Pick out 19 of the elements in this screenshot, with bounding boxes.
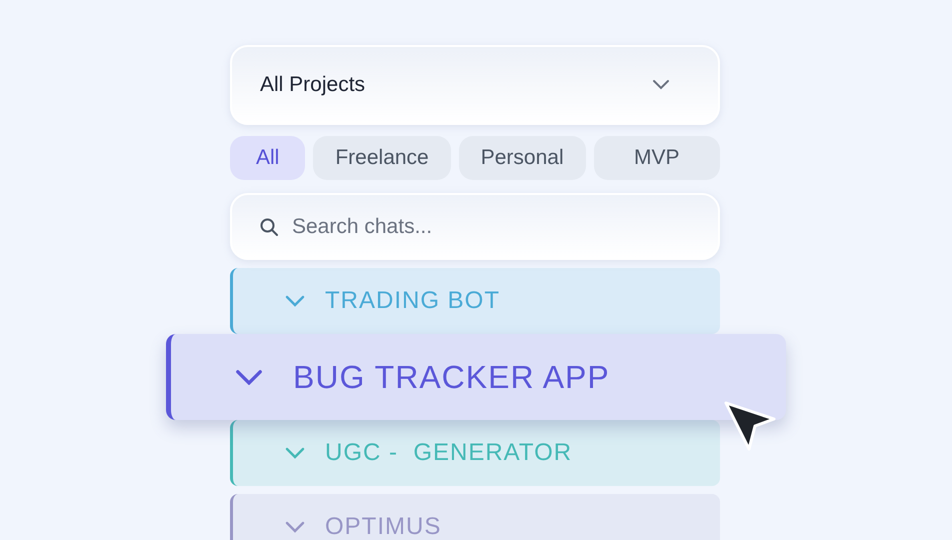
filter-chip[interactable]: Freelance [313, 136, 451, 180]
search-field[interactable]: Search chats... [230, 193, 720, 260]
chevron-down-icon [285, 295, 305, 307]
search-icon [259, 217, 279, 237]
project-name: BUG TRACKER APP [293, 358, 610, 397]
chevron-down-icon [285, 447, 305, 459]
filter-chip[interactable]: All [230, 136, 306, 180]
filter-chip[interactable]: MVP [594, 136, 720, 180]
cursor-arrow-icon [723, 400, 777, 452]
chevron-down-icon [235, 368, 263, 386]
project-dropdown[interactable]: All Projects [230, 45, 720, 125]
chevron-down-icon [285, 521, 305, 533]
project-row[interactable]: BUG TRACKER APP [166, 334, 786, 420]
project-name: OPTIMUS [325, 512, 442, 540]
dropdown-value: All Projects [260, 72, 366, 98]
filter-chip[interactable]: Personal [458, 136, 586, 180]
chevron-down-icon [652, 79, 670, 91]
project-name: TRADING BOT [325, 286, 500, 316]
project-name: UGC - GENERATOR [325, 438, 572, 468]
